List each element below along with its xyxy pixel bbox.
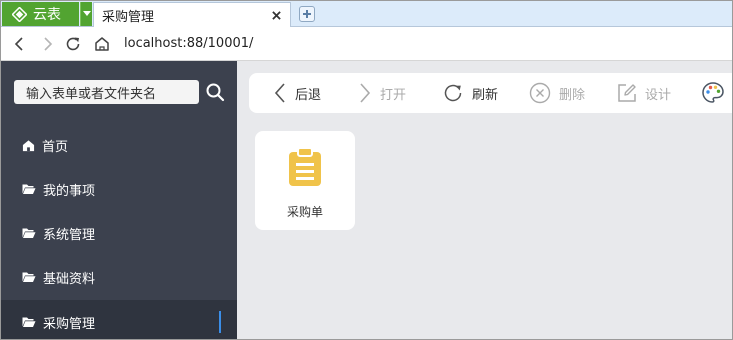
folder-open-icon xyxy=(22,228,36,238)
sidebar-item-system-admin[interactable]: 系统管理 xyxy=(1,211,237,255)
refresh-icon xyxy=(444,84,462,102)
delete-label: 删除 xyxy=(559,87,586,103)
active-indicator xyxy=(219,311,221,333)
sidebar-item-label: 首页 xyxy=(42,139,69,155)
close-circle-icon xyxy=(529,82,551,104)
home-icon xyxy=(22,139,35,151)
tab-active[interactable]: 采购管理 xyxy=(93,2,291,27)
back-button[interactable]: 后退 xyxy=(273,73,321,113)
new-tab-icon xyxy=(303,10,311,18)
form-card-purchase-order[interactable]: 采购单 xyxy=(255,131,355,230)
sidebar-item-purchasing[interactable]: 采购管理 xyxy=(1,300,237,339)
url-field[interactable]: localhost:88/10001/ xyxy=(124,36,253,51)
tab-close-button[interactable] xyxy=(269,8,283,22)
browser-window: 云表 采购管理 localhost:88/10001/ 输入表单或者文件夹名 首… xyxy=(0,0,733,340)
brand-label: 云表 xyxy=(33,7,61,23)
sidebar-item-label: 采购管理 xyxy=(43,316,96,332)
search-input[interactable]: 输入表单或者文件夹名 xyxy=(14,80,199,104)
folder-open-icon xyxy=(22,184,36,194)
refresh-label: 刷新 xyxy=(472,87,499,103)
brand-button[interactable]: 云表 xyxy=(2,2,79,26)
tab-strip: 云表 采购管理 xyxy=(1,1,732,27)
forward-icon[interactable] xyxy=(38,35,56,53)
new-tab-button[interactable] xyxy=(299,6,315,22)
delete-button[interactable]: 删除 xyxy=(529,73,585,113)
theme-button[interactable] xyxy=(701,73,725,113)
search-placeholder: 输入表单或者文件夹名 xyxy=(26,86,157,102)
back-icon[interactable] xyxy=(11,35,29,53)
close-icon xyxy=(271,10,281,20)
refresh-button[interactable]: 刷新 xyxy=(442,73,498,113)
clipboard-icon xyxy=(289,147,321,186)
chevron-left-icon xyxy=(274,83,285,103)
sidebar-item-base-data[interactable]: 基础资料 xyxy=(1,255,237,299)
sidebar-item-label: 基础资料 xyxy=(43,271,96,287)
back-label: 后退 xyxy=(295,87,322,103)
address-bar: localhost:88/10001/ xyxy=(1,27,732,61)
brand-dropdown-button[interactable] xyxy=(80,2,92,26)
tab-title: 采购管理 xyxy=(102,9,155,25)
search-icon[interactable] xyxy=(205,82,225,102)
open-button[interactable]: 打开 xyxy=(358,73,406,113)
sidebar-item-my-tasks[interactable]: 我的事项 xyxy=(1,167,237,211)
sidebar-item-home[interactable]: 首页 xyxy=(1,123,237,167)
refresh-icon[interactable] xyxy=(64,35,82,53)
palette-icon xyxy=(702,82,724,103)
edit-icon xyxy=(618,84,636,102)
home-icon[interactable] xyxy=(93,35,111,53)
open-label: 打开 xyxy=(380,87,407,103)
caret-down-icon xyxy=(82,11,91,16)
chevron-right-icon xyxy=(360,83,371,103)
folder-open-icon xyxy=(22,272,36,282)
sidebar-item-label: 我的事项 xyxy=(43,183,96,199)
design-label: 设计 xyxy=(645,87,672,103)
sidebar: 输入表单或者文件夹名 首页 我的事项 系统管理 基础资料 采购管理 xyxy=(1,61,237,339)
diamond-logo-icon xyxy=(12,6,27,22)
toolbar: 后退 打开 刷新 删除 设计 xyxy=(249,73,732,113)
card-label: 采购单 xyxy=(286,205,323,219)
folder-open-icon xyxy=(22,317,36,327)
sidebar-item-label: 系统管理 xyxy=(43,227,96,243)
design-button[interactable]: 设计 xyxy=(617,73,671,113)
main-content: 后退 打开 刷新 删除 设计 采购单 xyxy=(237,61,732,339)
